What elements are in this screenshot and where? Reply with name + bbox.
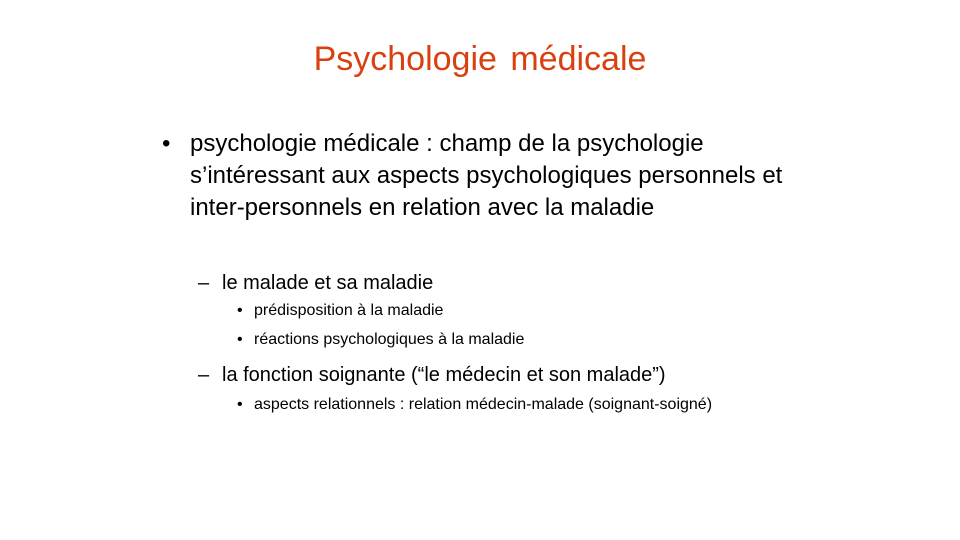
bullet-dot-icon: • bbox=[162, 130, 171, 157]
bullet-level1: • psychologie médicale : champ de la psy… bbox=[162, 128, 810, 224]
bullet-level3: • réactions psychologiques à la maladie bbox=[237, 329, 774, 351]
dash-icon: – bbox=[198, 272, 210, 294]
slide-title: Psychologie médicale bbox=[313, 40, 647, 78]
dash-icon: – bbox=[198, 364, 210, 386]
bullet-level3: • prédisposition à la maladie bbox=[237, 300, 774, 322]
bullet-text: la fonction soignante (“le médecin et so… bbox=[222, 364, 666, 386]
bullet-text: le malade et sa maladie bbox=[222, 272, 434, 294]
bullet-level2: – la fonction soignante (“le médecin et … bbox=[198, 362, 782, 388]
bullet-dot-icon: • bbox=[237, 331, 243, 348]
bullet-dot-icon: • bbox=[237, 396, 243, 413]
bullet-text: psychologie médicale : champ de la psych… bbox=[190, 130, 783, 221]
bullet-text: prédisposition à la maladie bbox=[254, 302, 444, 319]
bullet-dot-icon: • bbox=[237, 302, 243, 319]
bullet-level3: • aspects relationnels : relation médeci… bbox=[237, 394, 774, 416]
bullet-text: aspects relationnels : relation médecin-… bbox=[254, 396, 713, 413]
bullet-level2: – le malade et sa maladie bbox=[198, 270, 782, 296]
bullet-text: réactions psychologiques à la maladie bbox=[254, 331, 525, 348]
